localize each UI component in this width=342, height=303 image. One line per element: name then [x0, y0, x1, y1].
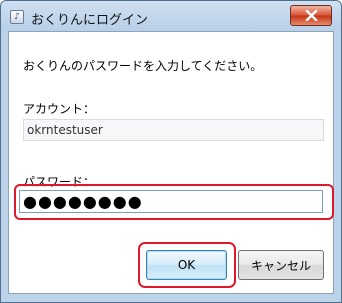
account-label: アカウント： [23, 102, 96, 116]
cancel-button[interactable]: キャンセル [238, 250, 324, 280]
window-title: おくりんにログイン [31, 13, 149, 28]
app-icon: ♪ [10, 10, 24, 24]
password-input[interactable] [19, 190, 323, 213]
instruction-text: おくりんのパスワードを入力してください。 [23, 59, 263, 73]
title-bar[interactable]: ♪ おくりんにログイン [1, 1, 341, 31]
dialog-body: おくりんのパスワードを入力してください。 アカウント： okrntestuser… [8, 31, 334, 294]
close-icon [305, 10, 318, 21]
login-dialog-window: ♪ おくりんにログイン おくりんのパスワードを入力してください。 アカウント： … [0, 0, 342, 303]
ok-button[interactable]: OK [146, 250, 227, 280]
account-field: okrntestuser [23, 119, 324, 141]
close-button[interactable] [290, 5, 332, 26]
